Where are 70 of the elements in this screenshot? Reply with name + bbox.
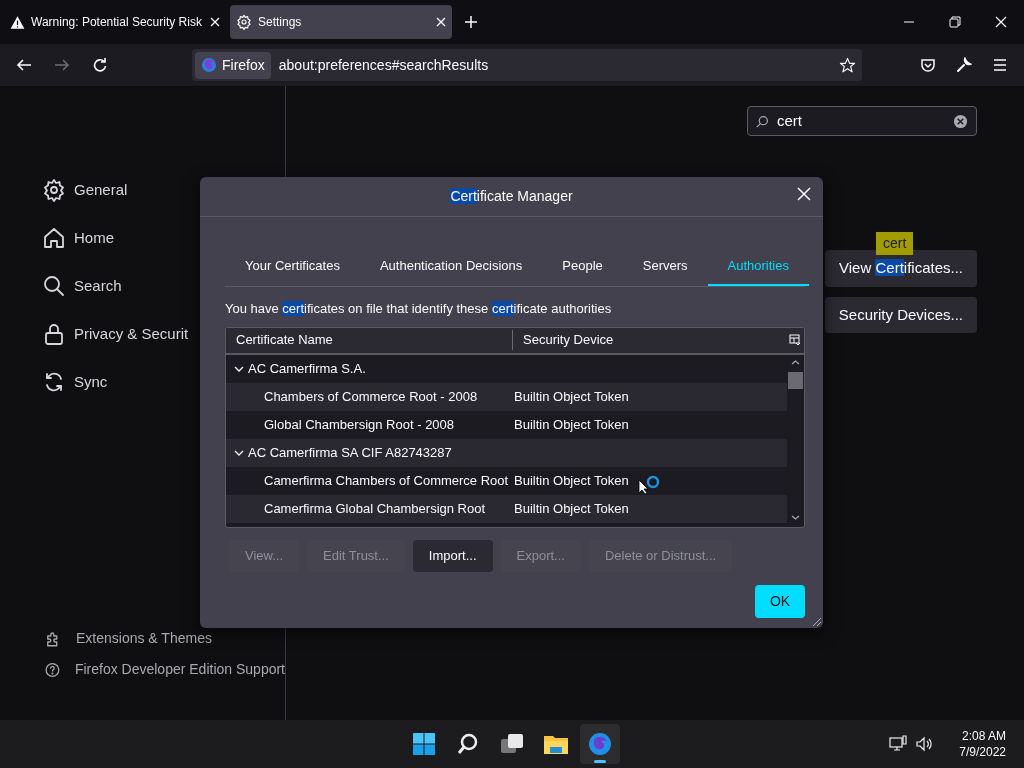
settings-button[interactable]: View Certificates... xyxy=(825,250,977,287)
wrench-icon[interactable] xyxy=(956,57,972,73)
column-header[interactable]: Security Device xyxy=(513,330,789,350)
restore-icon[interactable] xyxy=(949,16,961,28)
sidebar-link[interactable]: Firefox Developer Edition Support xyxy=(44,659,285,680)
forward-icon[interactable] xyxy=(54,57,70,73)
table-cell-text: Builtin Object Token xyxy=(513,499,629,518)
dialog-button[interactable]: Import... xyxy=(412,539,493,572)
table-cell-text: Camerfirma Global Chambersign Root xyxy=(264,499,486,518)
search-icon xyxy=(42,274,66,298)
table-cell-text: Builtin Object Token xyxy=(513,387,629,406)
tree-row[interactable]: Camerfirma Global Chambersign Root Builtin Object Token xyxy=(226,494,787,523)
close-icon[interactable] xyxy=(436,17,446,27)
table-cell-text: Builtin Object Token xyxy=(513,471,629,490)
close-button[interactable] xyxy=(797,187,811,201)
search-icon xyxy=(756,114,769,128)
close-icon[interactable] xyxy=(210,17,220,27)
table-cell-text: AC Camerfirma SA CIF A82743287 xyxy=(248,443,452,462)
browser-tab[interactable]: Warning: Potential Security Risk xyxy=(4,5,226,39)
sidebar-item[interactable]: General xyxy=(42,166,285,214)
new-tab-icon[interactable] xyxy=(464,15,478,29)
menu-icon[interactable] xyxy=(992,57,1008,73)
browser-logo-icon xyxy=(201,57,217,73)
reload-icon[interactable] xyxy=(92,57,108,73)
address-bar[interactable]: Firefox about:preferences#searchResults xyxy=(192,49,862,81)
search-icon[interactable] xyxy=(456,732,480,756)
table-cell-text: Chambers of Commerce Root - 2008 xyxy=(264,387,478,406)
bookmark-star-icon[interactable] xyxy=(839,56,856,74)
sidebar-link[interactable]: Extensions & Themes xyxy=(44,628,285,649)
table-cell-text: Builtin Object Token xyxy=(513,415,629,434)
dialog-tab[interactable]: Servers xyxy=(622,247,708,286)
dialog-tab[interactable]: People xyxy=(542,247,623,286)
close-icon xyxy=(797,187,811,201)
settings-icon xyxy=(42,178,66,202)
close-icon[interactable] xyxy=(995,16,1007,28)
search-field[interactable]: cert xyxy=(775,108,947,134)
home-icon xyxy=(42,226,66,250)
warning-icon xyxy=(10,14,25,30)
browser-icon[interactable] xyxy=(588,732,612,756)
clock-date[interactable]: 7/9/2022 xyxy=(959,744,1006,761)
table-cell-text: Global Chambersign Root - 2008 xyxy=(264,415,455,434)
identity-button[interactable]: Firefox xyxy=(195,51,271,79)
column-header[interactable]: Certificate Name xyxy=(226,330,513,350)
settings-icon xyxy=(236,14,252,30)
url-text: about:preferences#searchResults xyxy=(278,55,490,75)
ok-button[interactable]: OK xyxy=(755,584,805,618)
settings-button[interactable]: Security Devices... xyxy=(824,296,977,333)
column-picker-icon[interactable] xyxy=(789,334,801,346)
tooltip: cert xyxy=(876,232,914,255)
start-icon[interactable] xyxy=(412,732,436,756)
task-view-icon[interactable] xyxy=(500,732,524,756)
dialog-tab[interactable]: Authorities xyxy=(707,247,809,286)
search-box[interactable]: cert xyxy=(747,106,977,136)
network-icon[interactable] xyxy=(889,735,908,753)
dialog-title: Certificate Manager xyxy=(450,187,573,206)
clear-icon[interactable] xyxy=(953,113,968,129)
tree-row[interactable]: Chambers of Commerce Root - 2008 Builtin Object Token xyxy=(226,382,787,411)
dialog-tab[interactable]: Authentication Decisions xyxy=(359,247,543,286)
table-cell-text: Camerfirma Chambers of Commerce Root xyxy=(264,471,509,490)
help-icon xyxy=(44,660,61,679)
clock-time[interactable]: 2:08 AM xyxy=(961,727,1006,744)
volume-icon[interactable] xyxy=(915,735,934,753)
back-icon[interactable] xyxy=(16,57,32,73)
tree-row[interactable]: AC Camerfirma SA CIF A82743287 xyxy=(226,438,787,467)
resize-grip-icon[interactable] xyxy=(812,617,822,627)
browser-tab[interactable]: Settings xyxy=(230,5,452,39)
table-cell-text: AC Camerfirma S.A. xyxy=(248,359,366,378)
description-text: You have certificates on file that identify these certificate authorities xyxy=(225,300,613,318)
lock-icon xyxy=(42,322,66,346)
pocket-icon[interactable] xyxy=(920,57,936,73)
